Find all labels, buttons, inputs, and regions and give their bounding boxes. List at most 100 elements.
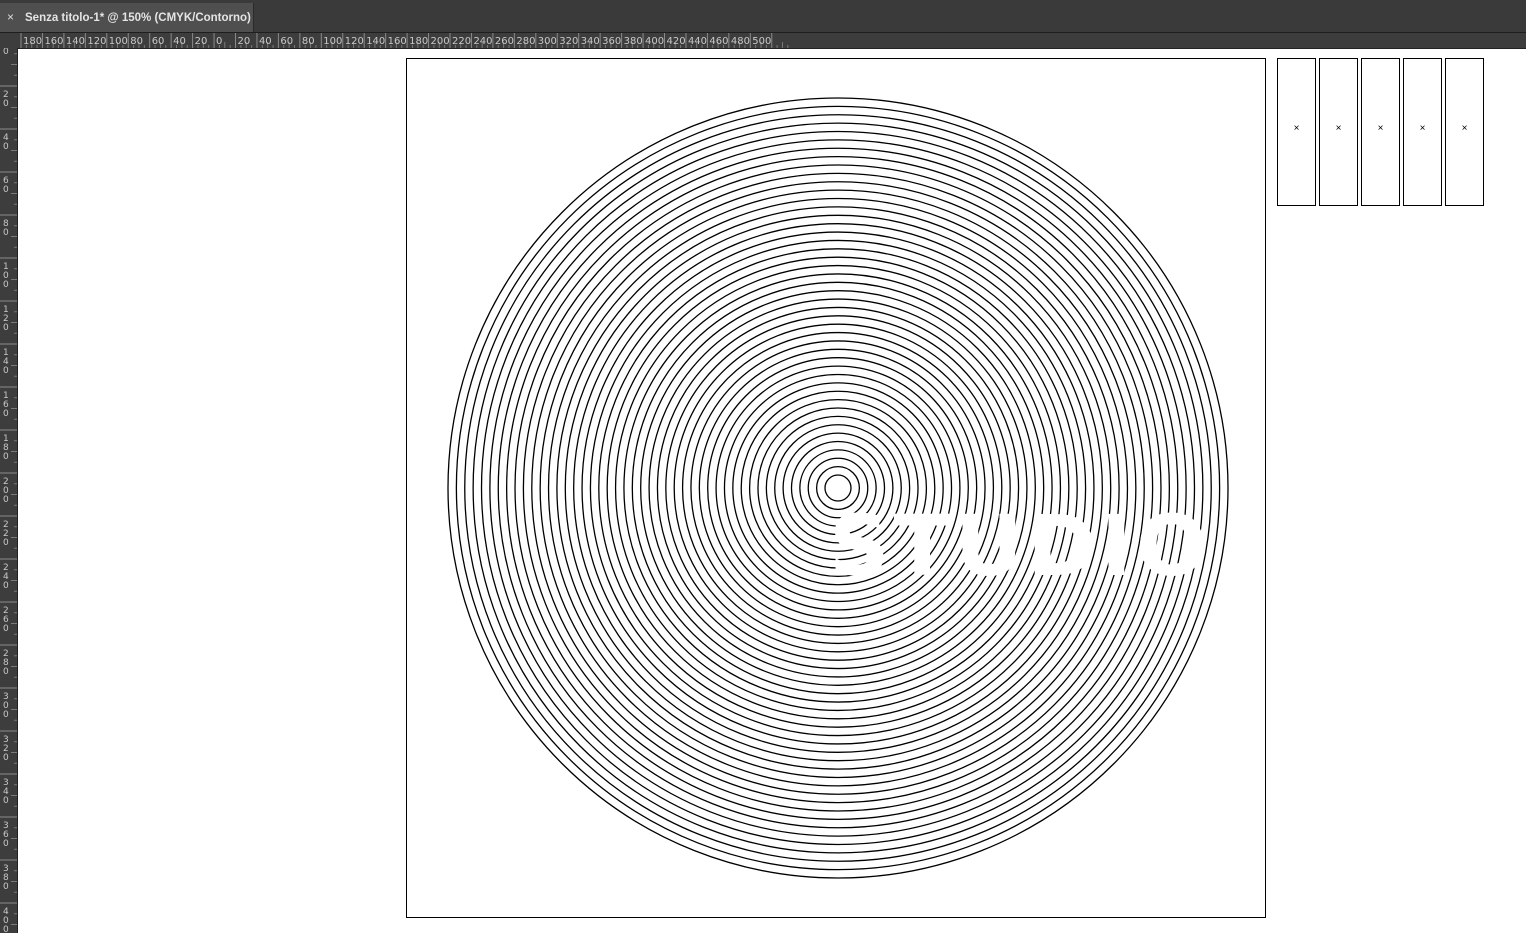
ruler-label: 500	[752, 36, 771, 47]
thumbnail-panel-2[interactable]: ×	[1319, 58, 1358, 206]
ruler-label: 140	[366, 36, 385, 47]
cross-mark-icon: ×	[1335, 123, 1342, 134]
ruler-label: 300	[538, 36, 557, 47]
ruler-label: 40	[3, 133, 9, 152]
document-tab[interactable]: × Senza titolo-1* @ 150% (CMYK/Contorno)	[0, 3, 254, 32]
ruler-label: 40	[173, 36, 186, 47]
thumbnail-panel-3[interactable]: ×	[1361, 58, 1400, 206]
ruler-origin-corner[interactable]	[0, 33, 18, 49]
ruler-label: 260	[3, 606, 9, 634]
ring	[732, 382, 944, 594]
ring	[489, 139, 1187, 837]
ring	[589, 239, 1087, 737]
ring	[740, 390, 936, 586]
ruler-label: 200	[3, 477, 9, 505]
ruler-label: 440	[688, 36, 707, 47]
ruler-label: 280	[3, 649, 9, 677]
ruler-label: 120	[3, 305, 9, 333]
ring	[715, 365, 961, 611]
ruler-label: 100	[323, 36, 342, 47]
ruler-label: 120	[345, 36, 364, 47]
ruler-label: 320	[559, 36, 578, 47]
cross-mark-icon: ×	[1461, 123, 1468, 134]
ring	[581, 231, 1095, 745]
ring	[539, 189, 1137, 787]
ring	[748, 398, 928, 578]
concentric-rings-artwork[interactable]: STUDIO	[407, 59, 1265, 917]
ruler-label: 400	[645, 36, 664, 47]
ring	[631, 281, 1045, 695]
ruler-label: 380	[624, 36, 643, 47]
ruler-label: 360	[602, 36, 621, 47]
ruler-label: 80	[302, 36, 315, 47]
ruler-label: 0	[3, 48, 9, 57]
ring	[522, 172, 1154, 804]
ruler-label: 460	[709, 36, 728, 47]
ring	[648, 298, 1028, 678]
ring	[665, 315, 1011, 661]
ring	[774, 424, 902, 552]
ruler-label: 0	[216, 36, 222, 47]
ruler-label: 420	[667, 36, 686, 47]
ring	[547, 197, 1129, 779]
thumbnail-panel-5[interactable]: ×	[1445, 58, 1484, 206]
ruler-label: 80	[130, 36, 143, 47]
ruler-label: 60	[152, 36, 165, 47]
ruler-label: 120	[87, 36, 106, 47]
ring	[497, 147, 1179, 829]
ring	[799, 449, 877, 527]
ruler-label: 240	[473, 36, 492, 47]
ring	[505, 155, 1171, 821]
document-tab-bar: × Senza titolo-1* @ 150% (CMYK/Contorno)	[0, 0, 1526, 33]
ruler-label: 180	[3, 434, 9, 462]
ruler-label: 480	[731, 36, 750, 47]
ruler-label: 340	[581, 36, 600, 47]
ring	[656, 306, 1020, 670]
ruler-label: 20	[238, 36, 251, 47]
ring	[573, 223, 1103, 753]
horizontal-ruler-scale: 180 160 140 120 100 80 60 40 20 0 20 40 60 80 100 120 14…	[20, 33, 789, 48]
ruler-label: 240	[3, 563, 9, 591]
ring	[790, 440, 886, 536]
ruler-label: 200	[431, 36, 450, 47]
cross-mark-icon: ×	[1419, 123, 1426, 134]
ring	[464, 114, 1212, 862]
ring	[598, 248, 1078, 728]
tab-title: Senza titolo-1* @ 150% (CMYK/Contorno)	[25, 12, 251, 24]
cross-mark-icon: ×	[1377, 123, 1384, 134]
cross-mark-icon: ×	[1293, 123, 1300, 134]
ring	[765, 415, 911, 561]
ring	[824, 474, 852, 502]
ring	[606, 256, 1070, 720]
ruler-label: 40	[259, 36, 272, 47]
ruler-label: 180	[23, 36, 42, 47]
horizontal-ruler[interactable]: 180 160 140 120 100 80 60 40 20 0 20 40 60 80 100 120 14…	[17, 33, 1526, 49]
ruler-label: 180	[409, 36, 428, 47]
ring	[623, 273, 1053, 703]
ruler-label: 400	[3, 907, 9, 933]
ruler-label: 100	[3, 262, 9, 290]
ruler-label: 220	[3, 520, 9, 548]
ruler-label: 320	[3, 735, 9, 763]
ruler-label: 160	[388, 36, 407, 47]
ring	[564, 214, 1112, 762]
ring	[690, 340, 986, 636]
ruler-label: 280	[516, 36, 535, 47]
ruler-label: 140	[66, 36, 85, 47]
vertical-ruler[interactable]: 0 20 40 60 80 100 120 140 160 180 200 220 240 260 280 3…	[0, 42, 18, 936]
ruler-label: 80	[3, 219, 9, 238]
ring	[673, 323, 1003, 653]
ruler-label: 300	[3, 692, 9, 720]
ring	[455, 105, 1221, 871]
ruler-label: 160	[44, 36, 63, 47]
ruler-label: 160	[3, 391, 9, 419]
thumbnail-panel-4[interactable]: ×	[1403, 58, 1442, 206]
ring	[757, 407, 919, 569]
thumbnail-panel-1[interactable]: ×	[1277, 58, 1316, 206]
ruler-label: 260	[495, 36, 514, 47]
tab-close-icon[interactable]: ×	[7, 9, 14, 25]
ruler-label: 100	[109, 36, 128, 47]
ring	[480, 130, 1196, 846]
artboard[interactable]: STUDIO	[406, 58, 1266, 918]
ruler-label: 140	[3, 348, 9, 376]
